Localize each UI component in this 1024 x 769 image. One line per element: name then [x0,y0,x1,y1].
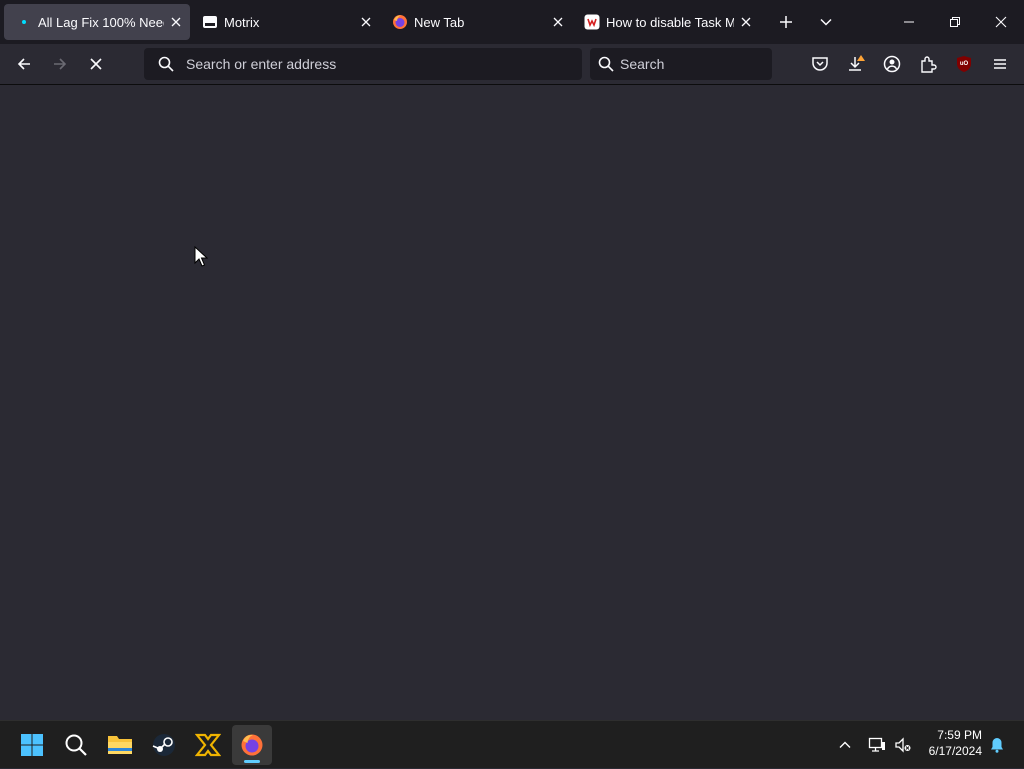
page-content-area[interactable] [0,85,1024,720]
folder-icon [108,736,132,754]
back-button[interactable] [8,48,40,80]
list-all-tabs-button[interactable] [812,8,840,36]
account-button[interactable] [876,48,908,80]
puzzle-icon [921,56,937,73]
tab-strip: All Lag Fix 100% Need for Motrix New Tab [0,0,1024,44]
ublock-origin-button[interactable]: uO [948,48,980,80]
network-status-button[interactable] [864,721,890,769]
steam-icon [152,734,175,756]
ublock-badge: uO [959,61,969,67]
restore-button[interactable] [932,0,978,44]
chevron-down-icon [820,18,832,26]
close-tab-icon[interactable] [164,10,188,34]
back-arrow-icon [17,58,30,70]
app-menu-button[interactable] [984,48,1016,80]
firefox-icon [241,734,263,756]
motrix-app-button[interactable] [188,725,228,765]
extensions-button[interactable] [912,48,944,80]
plus-icon [780,16,792,28]
stop-icon [90,58,102,70]
minimize-icon [904,21,914,23]
address-input[interactable] [186,56,572,72]
loading-indicator-icon [16,14,32,30]
address-bar[interactable] [144,48,582,80]
close-tab-icon[interactable] [354,10,378,34]
clock-date: 6/17/2024 [928,744,982,758]
tab-title: How to disable Task Man [606,14,734,30]
tab-title: All Lag Fix 100% Need for [38,14,164,30]
account-icon [883,55,901,73]
search-input[interactable] [620,56,801,72]
site-favicon-icon [584,14,600,30]
tab-title: New Tab [414,14,465,30]
tab-title: Motrix [224,14,260,30]
motrix-app-icon [195,733,221,757]
tab-how-to-disable[interactable]: How to disable Task Man [572,4,760,40]
taskbar-search-button[interactable] [56,725,96,765]
navigation-toolbar: uO [0,44,1024,85]
close-icon [995,16,1007,28]
search-icon [598,54,614,74]
chevron-up-icon [839,741,851,748]
tab-motrix[interactable]: Motrix [190,4,380,40]
start-button[interactable] [12,725,52,765]
speaker-muted-icon [895,737,911,753]
show-hidden-icons-button[interactable] [832,721,858,769]
clock-time: 7:59 PM [937,728,982,742]
restore-icon [950,17,960,27]
windows-logo-icon [21,734,43,756]
tab-all-lag-fix[interactable]: All Lag Fix 100% Need for [4,4,190,40]
network-icon [868,737,885,752]
pocket-button[interactable] [804,48,836,80]
bell-icon [991,738,1003,753]
downloads-button[interactable] [840,48,872,80]
file-explorer-button[interactable] [100,725,140,765]
stop-loading-button[interactable] [80,48,112,80]
close-tab-icon[interactable] [734,10,758,34]
search-bar[interactable] [590,48,801,80]
search-icon [65,734,87,756]
download-icon [849,55,865,71]
hamburger-menu-icon [994,59,1006,69]
pocket-icon [812,57,828,71]
close-window-button[interactable] [978,0,1024,44]
notifications-button[interactable] [986,721,1008,769]
active-app-indicator [244,760,260,763]
mouse-pointer-icon [194,246,208,267]
forward-arrow-icon [54,58,67,70]
clock[interactable]: 7:59 PM 6/17/2024 [929,727,982,759]
firefox-app-button[interactable] [232,725,272,765]
firefox-favicon-icon [392,14,408,30]
windows-taskbar: 7:59 PM 6/17/2024 [0,720,1024,768]
steam-button[interactable] [144,725,184,765]
forward-button[interactable] [44,48,76,80]
motrix-favicon-icon [202,14,218,30]
tab-new-tab[interactable]: New Tab [380,4,572,40]
new-tab-button[interactable] [772,8,800,36]
minimize-button[interactable] [886,0,932,44]
search-icon [156,54,176,74]
volume-button[interactable] [890,721,916,769]
close-tab-icon[interactable] [546,10,570,34]
